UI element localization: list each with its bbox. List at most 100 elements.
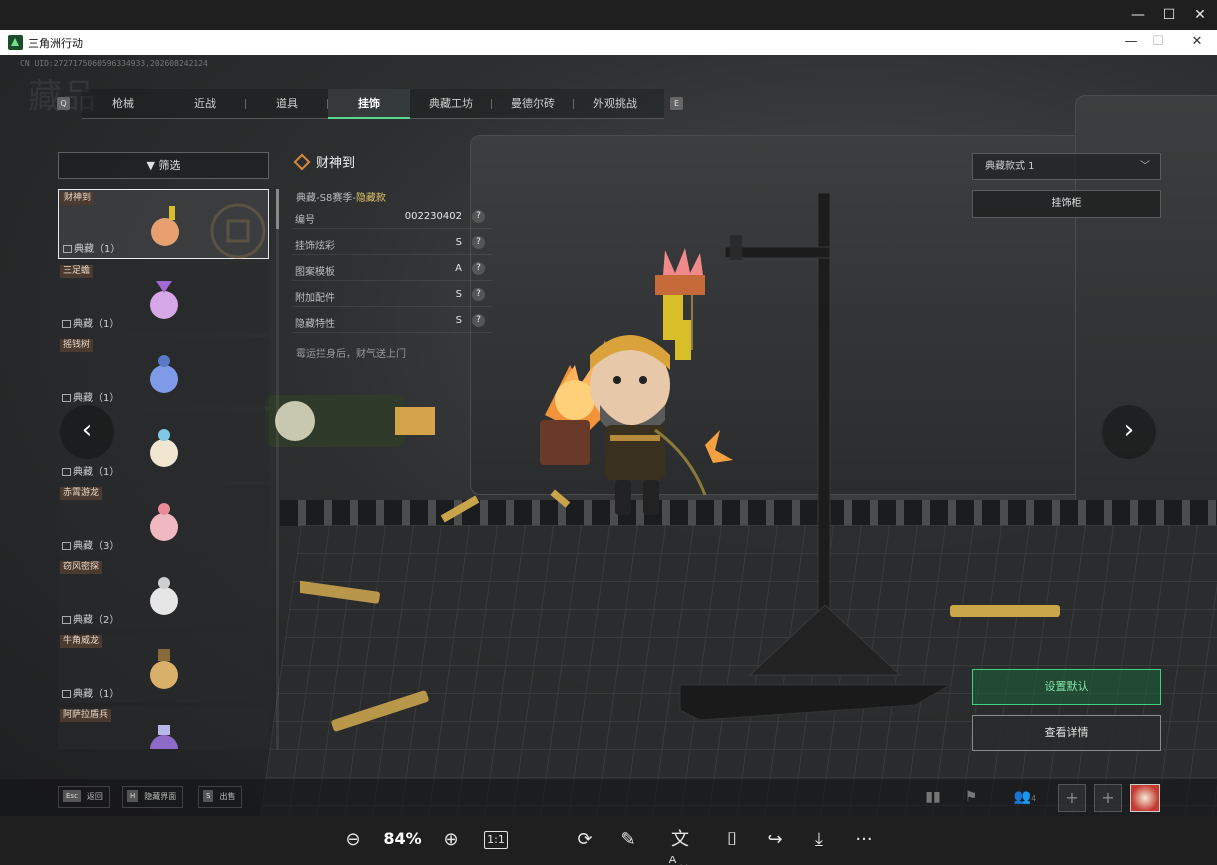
game-minimize-icon[interactable]: — (1118, 32, 1144, 52)
attribute-value: S (455, 315, 462, 326)
image-icon (62, 468, 71, 476)
item-grade-label: 典藏（1） (73, 689, 120, 700)
list-item[interactable]: 财神到 典藏（1） (58, 189, 269, 259)
item-name: 窃风密探 (60, 561, 103, 574)
back-hint[interactable]: Esc 返回 (58, 786, 110, 808)
item-name: 财神到 (61, 192, 95, 205)
item-thumbnail (150, 577, 178, 615)
hide-ui-hint[interactable]: H 隐藏界面 (122, 786, 184, 808)
text-recognition-icon[interactable]: ⌷ (721, 828, 743, 852)
tab-guns[interactable]: 枪械 (82, 89, 164, 119)
list-item[interactable]: 摇钱树 典藏（1） (58, 337, 269, 407)
close-icon[interactable]: ✕ (1190, 5, 1210, 25)
item-name: 摇钱树 (60, 339, 94, 352)
zoom-out-icon[interactable]: ⊖ (342, 828, 364, 852)
list-item[interactable]: 三足蟾 典藏（1） (58, 263, 269, 333)
help-icon[interactable]: ? (472, 288, 485, 301)
help-icon[interactable]: ? (472, 314, 485, 327)
item-grade-label: 典藏（2） (73, 615, 120, 626)
set-default-button[interactable]: 设置默认 (972, 669, 1161, 705)
hint-key: H (127, 790, 139, 802)
image-icon (63, 245, 72, 253)
filter-button[interactable]: ▼ 筛选 (58, 152, 269, 179)
attribute-key: 附加配件 (295, 293, 335, 304)
hint-label: 隐藏界面 (144, 792, 177, 801)
item-grade: 典藏（2） (62, 611, 119, 626)
attribute-row: 图案模板 A ? (292, 257, 492, 281)
tab-appearance-challenge[interactable]: 外观挑战 (574, 89, 656, 119)
help-icon[interactable]: ? (472, 236, 485, 249)
list-item[interactable]: 阿萨拉盾兵 (58, 707, 269, 749)
tab-melee[interactable]: 近战 (164, 89, 246, 119)
friends-icon[interactable]: 👥4 (1008, 785, 1042, 809)
game-close-icon[interactable]: ✕ (1184, 32, 1210, 52)
view-details-button[interactable]: 查看详情 (972, 715, 1161, 751)
list-item[interactable]: 牛角威龙 典藏（1） (58, 633, 269, 703)
charm-list: 财神到 典藏（1） 三足蟾 典藏（1） 摇钱树 典藏（1） 典藏（1） 赤霄游龙… (58, 189, 269, 749)
collection-scene: CN UID:2727175060596334933,202608242124 … (0, 55, 1217, 816)
flag-icon[interactable]: ⚑ (958, 785, 984, 809)
list-item[interactable]: 赤霄游龙 典藏（3） (58, 485, 269, 555)
game-logo-icon (8, 35, 23, 50)
prev-arrow-icon[interactable]: ‹ (60, 405, 114, 459)
scrollbar-thumb[interactable] (276, 189, 279, 229)
avatar[interactable] (1130, 784, 1160, 812)
next-arrow-icon[interactable]: › (1102, 405, 1156, 459)
item-thumbnail (150, 725, 178, 749)
attribute-key: 编号 (295, 215, 315, 226)
style-select[interactable]: 典藏款式 1 ﹀ (972, 153, 1161, 180)
sell-hint[interactable]: S 出售 (198, 786, 243, 808)
list-scrollbar[interactable] (276, 189, 279, 749)
attribute-value: A (455, 263, 462, 274)
hidden-variant-label: 隐藏款 (355, 193, 386, 204)
item-grade-label: 典藏（1） (73, 319, 120, 330)
share-icon[interactable]: ↪ (764, 828, 786, 852)
item-grade-label: 典藏（1） (73, 393, 120, 404)
item-thumbnail (150, 355, 178, 393)
tab-items[interactable]: 道具 (246, 89, 328, 119)
item-name: 赤霄游龙 (60, 487, 103, 500)
hint-key: Esc (63, 790, 81, 802)
maximize-icon[interactable]: ☐ (1159, 5, 1179, 25)
zoom-in-icon[interactable]: ⊕ (440, 828, 462, 852)
more-options-icon[interactable]: ··· (852, 828, 876, 852)
edit-pen-icon[interactable]: ✎ (617, 828, 639, 852)
tab-mandel-brick[interactable]: 曼德尔砖 (492, 89, 574, 119)
item-grade-label: 典藏（1） (73, 467, 120, 478)
screen: — ☐ ✕ 三角洲行动 — ☐ ✕ CN UID:272717506059633… (0, 0, 1217, 865)
charm-cabinet-button[interactable]: 挂饰柜 (972, 190, 1161, 218)
empty-slot[interactable]: + (1094, 784, 1122, 812)
minimize-icon[interactable]: — (1128, 5, 1148, 25)
style-select-value: 典藏款式 1 (985, 161, 1035, 172)
empty-slot[interactable]: + (1058, 784, 1086, 812)
bottom-hint-bar: Esc 返回 H 隐藏界面 S 出售 ▮▮ ⚑ 👥4 + + (0, 779, 1217, 816)
help-icon[interactable]: ? (472, 262, 485, 275)
item-thumbnail (150, 649, 178, 689)
tab-prev-key[interactable]: Q (57, 97, 70, 110)
item-grade: 典藏（1） (63, 240, 120, 255)
bottle-decoration (265, 395, 435, 447)
translate-icon[interactable]: 文ᴬ⌄ (660, 828, 700, 865)
game-window: 三角洲行动 — ☐ ✕ CN UID:2727175060596334933,2… (0, 30, 1217, 816)
item-name: 阿萨拉盾兵 (60, 709, 112, 722)
tab-next-key[interactable]: E (670, 97, 683, 110)
download-icon[interactable]: ⤓ (808, 828, 830, 852)
rotate-icon[interactable]: ⟳ (574, 828, 596, 852)
item-name: 三足蟾 (60, 265, 94, 278)
bullet-decorations (300, 489, 1060, 732)
attribute-value: 002230402 (404, 211, 462, 222)
zoom-level: 84% (383, 829, 422, 848)
attribute-value: S (455, 237, 462, 248)
help-icon[interactable]: ? (472, 210, 485, 223)
stats-icon[interactable]: ▮▮ (920, 785, 946, 809)
item-thumbnail (151, 206, 179, 246)
item-badge-icon (210, 203, 266, 259)
actual-size-button[interactable]: 1:1 (484, 831, 508, 849)
list-item[interactable]: 窃风密探 典藏（2） (58, 559, 269, 629)
attribute-row: 挂饰炫彩 S ? (292, 231, 492, 255)
item-thumbnail (150, 281, 178, 319)
detail-title-text: 财神到 (316, 156, 356, 171)
tab-collection-workshop[interactable]: 典藏工坊 (410, 89, 492, 119)
game-maximize-icon[interactable]: ☐ (1145, 32, 1171, 52)
tab-charms[interactable]: 挂饰 (328, 89, 410, 119)
